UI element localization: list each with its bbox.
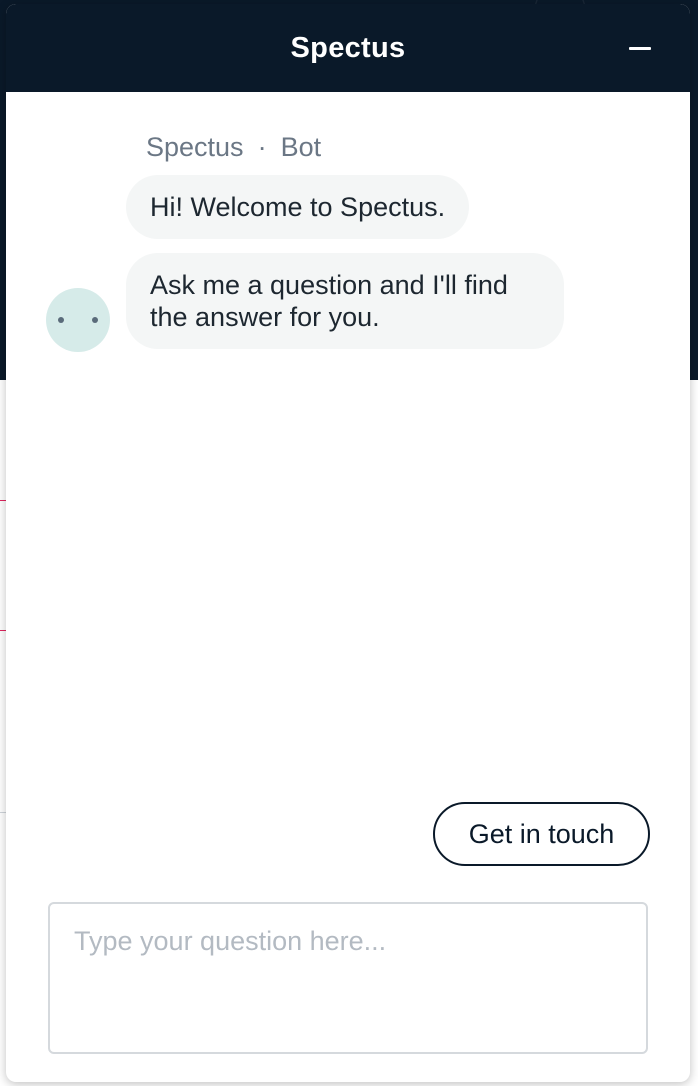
chat-header: Spectus: [6, 4, 690, 92]
get-in-touch-button[interactable]: Get in touch: [433, 802, 650, 866]
minimize-button[interactable]: [624, 32, 656, 64]
question-input[interactable]: [48, 902, 648, 1054]
avatar-eye: [58, 317, 64, 323]
message-sender: Spectus · Bot: [146, 132, 321, 163]
chat-widget: Spectus Spectus · Bot Hi! Welcome to Spect…: [6, 4, 690, 1082]
minimize-icon: [629, 46, 651, 50]
sender-role: Bot: [280, 132, 322, 162]
avatar-eye: [92, 317, 98, 323]
sender-separator: ·: [257, 132, 267, 162]
message-bubble: Ask me a question and I'll find the answ…: [126, 253, 564, 349]
sender-name: Spectus: [146, 132, 244, 162]
message-bubble: Hi! Welcome to Spectus.: [126, 175, 470, 239]
message-text: Hi! Welcome to Spectus.: [150, 192, 446, 222]
bot-avatar-icon: [46, 288, 110, 352]
chat-title: Spectus: [290, 31, 406, 64]
message-text: Ask me a question and I'll find the answ…: [150, 270, 508, 332]
